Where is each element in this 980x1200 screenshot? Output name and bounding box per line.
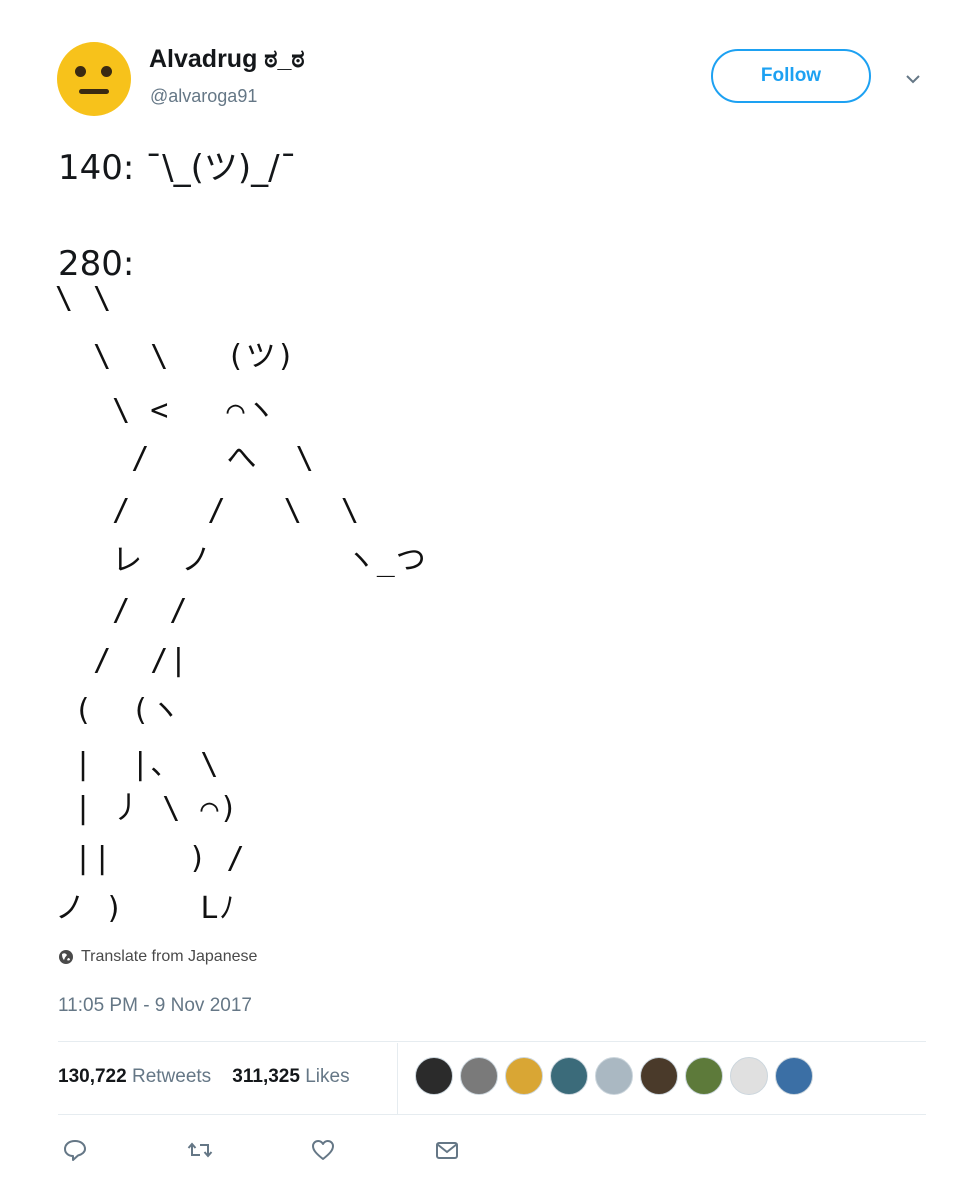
avatar-eye-icon [101, 66, 112, 77]
divider [397, 1043, 398, 1114]
avatar-mouth-icon [79, 89, 109, 94]
translate-link[interactable]: Translate from Japanese [58, 948, 257, 966]
likes-stat[interactable]: 311,325 Likes [232, 1066, 349, 1087]
ascii-art: \ \ \ \ (ツ) \ < ⌒ヽ / へ \ / / \ \ レ ノ ヽ_つ… [55, 284, 525, 934]
ascii-art-line: ノ ) Lﾉ [55, 891, 236, 926]
avatar[interactable] [57, 42, 131, 116]
liker-avatar[interactable] [505, 1057, 543, 1095]
chevron-down-icon[interactable] [902, 68, 924, 90]
ascii-art-line: / / \ \ [55, 493, 360, 528]
retweets-label: Retweets [131, 1066, 212, 1087]
likes-label: Likes [305, 1066, 350, 1087]
ascii-art-line: | 丿 \ ⌒) [55, 791, 239, 826]
tweet-text-line: 280: [58, 244, 135, 284]
ascii-art-line: / へ \ [55, 441, 315, 476]
divider [58, 1114, 926, 1115]
ascii-art-line: \ < ⌒ヽ [55, 393, 277, 428]
display-name[interactable]: Alvadrug ಠ_ಠ [149, 45, 305, 74]
liker-avatar[interactable] [730, 1057, 768, 1095]
liker-avatar[interactable] [595, 1057, 633, 1095]
retweets-stat[interactable]: 130,722 Retweets [58, 1066, 211, 1087]
tweet-timestamp[interactable]: 11:05 PM - 9 Nov 2017 [58, 995, 252, 1017]
ascii-art-line: | |、 \ [55, 747, 220, 782]
globe-icon [59, 950, 73, 964]
engagement-stats: 130,722 Retweets 311,325 Likes [58, 1066, 350, 1088]
liker-avatar[interactable] [550, 1057, 588, 1095]
tweet-text-line: 140: ¯\_(ツ)_/¯ [58, 148, 297, 188]
liker-avatar[interactable] [640, 1057, 678, 1095]
ascii-art-line: / / [55, 593, 189, 628]
divider [58, 1041, 926, 1042]
retweet-icon[interactable] [187, 1137, 213, 1163]
liker-avatar[interactable] [415, 1057, 453, 1095]
direct-message-icon[interactable] [434, 1137, 460, 1163]
avatar-eye-icon [75, 66, 86, 77]
liker-avatar[interactable] [685, 1057, 723, 1095]
likes-count: 311,325 [232, 1066, 300, 1087]
heart-icon[interactable] [310, 1137, 336, 1163]
retweets-count: 130,722 [58, 1066, 127, 1087]
liker-avatar[interactable] [775, 1057, 813, 1095]
translate-label[interactable]: Translate from Japanese [81, 948, 257, 966]
ascii-art-line: \ \ [55, 281, 113, 316]
ascii-art-line: \ \ (ツ) [55, 339, 296, 374]
liker-avatar[interactable] [460, 1057, 498, 1095]
ascii-art-line: ( (ヽ [55, 693, 182, 728]
reply-icon[interactable] [62, 1137, 88, 1163]
follow-button[interactable]: Follow [711, 49, 871, 103]
ascii-art-line: / /| [55, 643, 189, 678]
ascii-art-line: レ ノ ヽ_つ [55, 543, 427, 578]
ascii-art-line: || ) / [55, 841, 246, 876]
user-handle[interactable]: @alvaroga91 [150, 86, 257, 107]
liker-avatars [415, 1057, 813, 1095]
